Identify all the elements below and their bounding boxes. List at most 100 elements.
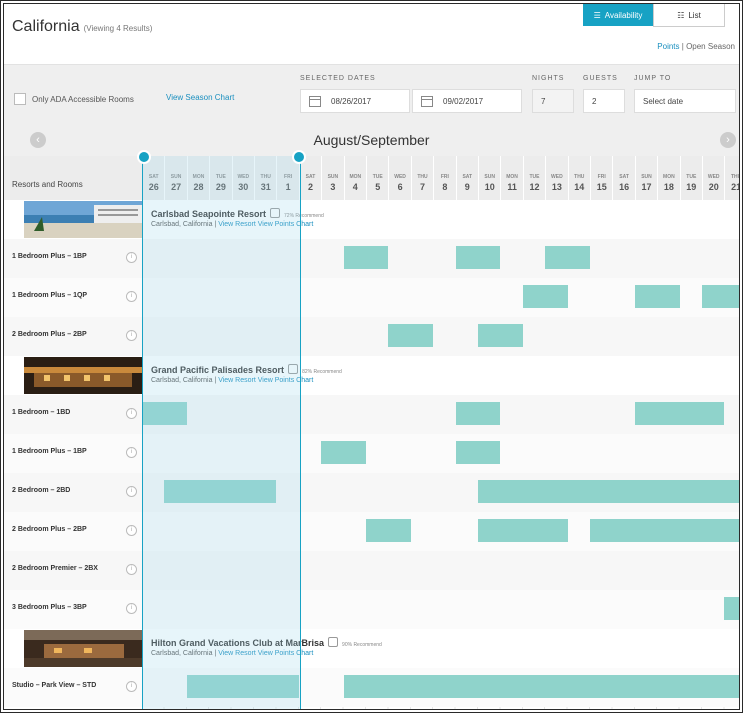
- next-month-button[interactable]: ›: [720, 132, 736, 148]
- info-icon[interactable]: i: [126, 330, 137, 341]
- availability-view-button[interactable]: ☰ Availability: [583, 4, 653, 26]
- day-number: 7: [419, 182, 425, 192]
- availability-block[interactable]: [186, 675, 299, 698]
- day-column-header: TUE 19: [679, 156, 702, 200]
- view-resort-link[interactable]: View Resort: [218, 221, 258, 228]
- jump-to-date-field[interactable]: Select date: [634, 89, 736, 113]
- weekday-label: THU: [260, 174, 271, 180]
- ada-filter[interactable]: Only ADA Accessible Rooms: [14, 93, 134, 105]
- weekday-label: SUN: [641, 174, 652, 180]
- weekday-label: MON: [349, 174, 362, 180]
- availability-block[interactable]: [455, 441, 501, 464]
- availability-block[interactable]: [343, 246, 389, 269]
- availability-block[interactable]: [634, 402, 725, 425]
- end-date-field[interactable]: 09/02/2017: [412, 89, 522, 113]
- availability-block[interactable]: [478, 324, 523, 347]
- room-type-label: 3 Bedroom Plus – 3BP: [12, 604, 87, 611]
- weekday-label: SUN: [170, 174, 182, 180]
- day-number: 18: [663, 182, 674, 192]
- day-column-header: SAT 9: [455, 156, 478, 200]
- info-icon[interactable]: i: [126, 564, 137, 575]
- availability-block[interactable]: [455, 402, 501, 425]
- availability-block[interactable]: [724, 597, 739, 620]
- day-column-header: WED 6: [388, 156, 410, 200]
- guests-field[interactable]: 2: [583, 89, 625, 113]
- nights-label: NIGHTS: [532, 75, 565, 82]
- filter-bar: Only ADA Accessible Rooms View Season Ch…: [4, 64, 739, 125]
- day-header: Resorts and Rooms SAT 26 SUN 27 MON 28 TUE 29 WE…: [4, 156, 739, 200]
- start-date-field[interactable]: 08/26/2017: [300, 89, 410, 113]
- info-icon[interactable]: i: [126, 681, 137, 692]
- day-number: 12: [529, 182, 540, 192]
- availability-block[interactable]: [478, 480, 739, 503]
- weekday-label: FRI: [284, 174, 293, 180]
- view-points-chart-link[interactable]: View Points Chart: [258, 377, 314, 384]
- weekday-label: THU: [417, 174, 428, 180]
- view-season-chart-link[interactable]: View Season Chart: [166, 93, 234, 102]
- availability-block[interactable]: [142, 402, 187, 425]
- resort-photo[interactable]: [24, 357, 142, 394]
- availability-block[interactable]: [545, 246, 590, 269]
- availability-block[interactable]: [343, 675, 739, 698]
- availability-block[interactable]: [388, 324, 434, 347]
- day-number: 26: [148, 182, 159, 192]
- day-number: 27: [171, 182, 182, 192]
- resort-photo[interactable]: [24, 201, 142, 238]
- weekday-label: MON: [663, 174, 675, 180]
- info-icon[interactable]: i: [126, 447, 137, 458]
- info-icon[interactable]: i: [126, 603, 137, 614]
- info-icon[interactable]: i: [126, 291, 137, 302]
- availability-block[interactable]: [366, 519, 411, 542]
- availability-label: Availability: [604, 10, 643, 20]
- info-icon[interactable]: i: [126, 525, 137, 536]
- points-link[interactable]: Points: [657, 42, 679, 51]
- list-view-button[interactable]: ☷ List: [653, 4, 725, 27]
- day-column-header: THU 21: [724, 156, 742, 200]
- day-number: 17: [641, 182, 652, 192]
- app-frame: California (Viewing 4 Results) ☰ Availabi…: [0, 0, 743, 713]
- day-column-header: MON 11: [500, 156, 522, 200]
- view-resort-link[interactable]: View Resort: [218, 650, 258, 657]
- availability-block[interactable]: [478, 519, 568, 542]
- room-row: 2 Bedroom Plus – 2BP i: [4, 317, 739, 356]
- day-number: 13: [551, 182, 562, 192]
- page-title: California (Viewing 4 Results): [12, 18, 152, 36]
- info-icon[interactable]: i: [126, 252, 137, 263]
- nights-value: 7: [541, 96, 546, 106]
- availability-block[interactable]: [455, 246, 501, 269]
- open-season-link[interactable]: Open Season: [686, 42, 735, 51]
- view-points-chart-link[interactable]: View Points Chart: [258, 650, 314, 657]
- resort-location: Carlsbad, California | View Resort View …: [151, 221, 314, 228]
- day-column-header: FRI 15: [590, 156, 612, 200]
- day-number: 21: [731, 182, 742, 192]
- availability-block[interactable]: [702, 285, 739, 308]
- weekday-label: THU: [730, 174, 742, 180]
- availability-block[interactable]: [522, 285, 568, 308]
- day-number: 8: [442, 182, 448, 192]
- room-type-label: 1 Bedroom – 1BD: [12, 409, 71, 416]
- day-number: 15: [596, 182, 607, 192]
- calendar-icon: [309, 95, 321, 107]
- resort-photo[interactable]: [24, 630, 142, 667]
- room-row: 1 Bedroom – 1BD i: [4, 395, 739, 434]
- info-icon[interactable]: i: [126, 408, 137, 419]
- day-number: 31: [260, 182, 271, 192]
- view-resort-link[interactable]: View Resort: [218, 377, 258, 384]
- availability-block[interactable]: [590, 519, 739, 542]
- room-row: 2 Bedroom Plus – 2BP i: [4, 512, 739, 551]
- ada-checkbox[interactable]: [14, 93, 26, 105]
- room-type-label: 2 Bedroom Plus – 2BP: [12, 526, 87, 533]
- resort-name: Carlsbad Seapointe Resort 72% Recommend: [151, 208, 324, 219]
- view-points-chart-link[interactable]: View Points Chart: [258, 221, 314, 228]
- day-column-header: FRI 8: [433, 156, 455, 200]
- weekday-label: TUE: [215, 174, 226, 180]
- day-number: 28: [193, 182, 204, 192]
- availability-block[interactable]: [164, 480, 277, 503]
- resort-row: Carlsbad Seapointe Resort 72% Recommend Ca…: [4, 200, 739, 239]
- day-column-header: THU 14: [567, 156, 590, 200]
- availability-block[interactable]: [634, 285, 680, 308]
- info-icon[interactable]: i: [126, 486, 137, 497]
- availability-block[interactable]: [321, 441, 366, 464]
- resort-row: Grand Pacific Palisades Resort 82% Recomm…: [4, 356, 739, 395]
- recommend-percent: 72% Recommend: [284, 213, 324, 219]
